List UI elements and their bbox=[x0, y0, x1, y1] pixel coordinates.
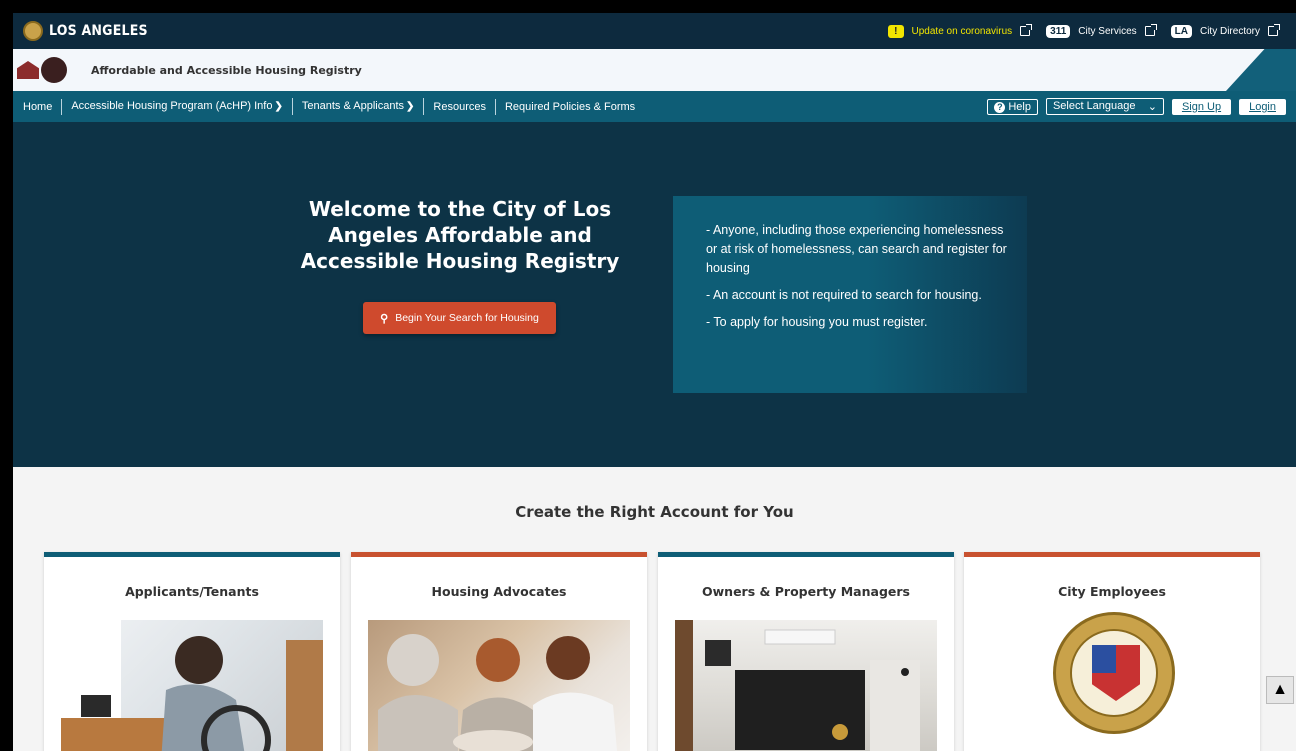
main-nav: Home Accessible Housing Program (AcHP) I… bbox=[13, 91, 1296, 122]
accounts-section: Create the Right Account for You Applica… bbox=[13, 467, 1296, 751]
nav-resources[interactable]: Resources bbox=[424, 98, 496, 115]
question-icon: ? bbox=[994, 101, 1006, 113]
applicant-photo bbox=[61, 620, 323, 751]
nav-home[interactable]: Home bbox=[23, 98, 63, 115]
external-link-icon bbox=[1268, 24, 1280, 36]
card-title: Applicants/Tenants bbox=[125, 584, 259, 599]
signup-button[interactable]: Sign Up bbox=[1171, 98, 1232, 115]
card-title: City Employees bbox=[1058, 584, 1166, 599]
city-seal-icon bbox=[1053, 612, 1175, 734]
card-applicants-tenants[interactable]: Applicants/Tenants bbox=[44, 552, 340, 751]
advocates-photo bbox=[368, 620, 630, 751]
directory-badge: LA bbox=[1170, 24, 1192, 38]
nav-achp-label: Accessible Housing Program (AcHP) Info bbox=[71, 100, 273, 112]
city-directory-link[interactable]: City Directory bbox=[1200, 26, 1260, 37]
alert-icon: ! bbox=[888, 24, 904, 38]
seal-center bbox=[1070, 629, 1158, 717]
city-top-bar: LOS ANGELES ! Update on coronavirus 311 … bbox=[13, 13, 1296, 49]
info-line-anyone: - Anyone, including those experiencing h… bbox=[706, 223, 1007, 275]
login-button[interactable]: Login bbox=[1239, 98, 1286, 115]
city-utility-links: ! Update on coronavirus 311 City Service… bbox=[888, 24, 1286, 38]
begin-search-button[interactable]: ⚲ Begin Your Search for Housing bbox=[363, 302, 556, 334]
card-accent-bar bbox=[44, 552, 340, 557]
chevron-up-icon: ▲ bbox=[1272, 681, 1288, 698]
nav-achp-info[interactable]: Accessible Housing Program (AcHP) Info ❯ bbox=[62, 98, 293, 115]
browser-viewport: LOS ANGELES ! Update on coronavirus 311 … bbox=[13, 13, 1296, 751]
nav-policies-forms[interactable]: Required Policies & Forms bbox=[496, 99, 644, 115]
help-label: Help bbox=[1008, 100, 1031, 113]
wheelchair-user-illustration bbox=[61, 620, 323, 751]
nav-actions: ? Help Select Language ⌄ Sign Up Login bbox=[987, 98, 1296, 115]
community-logo-icon bbox=[41, 57, 67, 83]
language-select-value: Select Language bbox=[1052, 100, 1136, 112]
external-link-icon bbox=[1020, 24, 1033, 36]
external-link-icon bbox=[1144, 24, 1157, 36]
property-photo bbox=[675, 620, 937, 751]
card-title: Housing Advocates bbox=[431, 584, 567, 599]
card-accent-bar bbox=[964, 552, 1260, 557]
card-accent-bar bbox=[351, 552, 647, 557]
card-city-employees[interactable]: City Employees bbox=[964, 552, 1260, 751]
card-housing-advocates[interactable]: Housing Advocates bbox=[351, 552, 647, 751]
coronavirus-update-link[interactable]: Update on coronavirus bbox=[912, 26, 1013, 37]
card-owners-property-managers[interactable]: Owners & Property Managers bbox=[658, 552, 954, 751]
seal-shield bbox=[1092, 645, 1140, 701]
hero-section: Welcome to the City of Los Angeles Affor… bbox=[13, 122, 1296, 467]
city-name-link[interactable]: LOS ANGELES bbox=[49, 23, 148, 39]
card-title: Owners & Property Managers bbox=[702, 584, 910, 599]
info-line-register: - To apply for housing you must register… bbox=[706, 315, 928, 329]
services-badge: 311 bbox=[1046, 24, 1071, 38]
nav-tenants-applicants[interactable]: Tenants & Applicants ❯ bbox=[293, 98, 425, 115]
chevron-down-icon: ⌄ bbox=[1147, 101, 1157, 113]
language-select[interactable]: Select Language ⌄ bbox=[1045, 98, 1164, 115]
accounts-title: Create the Right Account for You bbox=[515, 503, 794, 521]
search-icon: ⚲ bbox=[380, 312, 389, 325]
header-decoration bbox=[1226, 49, 1296, 91]
hcid-logo[interactable] bbox=[17, 52, 69, 88]
scroll-to-top-button[interactable]: ▲ bbox=[1266, 676, 1294, 704]
kitchen-interior-illustration bbox=[675, 620, 920, 751]
hero-title: Welcome to the City of Los Angeles Affor… bbox=[300, 197, 620, 273]
city-services-link[interactable]: City Services bbox=[1078, 26, 1136, 37]
help-button[interactable]: ? Help bbox=[987, 98, 1038, 115]
house-logo-icon bbox=[17, 61, 39, 79]
info-box: - Anyone, including those experiencing h… bbox=[673, 196, 1027, 393]
card-accent-bar bbox=[658, 552, 954, 557]
registry-title: Affordable and Accessible Housing Regist… bbox=[91, 63, 362, 77]
city-seal-icon bbox=[23, 21, 43, 41]
begin-search-label: Begin Your Search for Housing bbox=[395, 312, 539, 324]
chevron-down-icon: ❯ bbox=[406, 101, 415, 112]
registry-header: Affordable and Accessible Housing Regist… bbox=[13, 49, 1296, 91]
advocates-illustration bbox=[378, 634, 618, 751]
chevron-down-icon: ❯ bbox=[274, 101, 283, 112]
nav-tenants-label: Tenants & Applicants bbox=[301, 100, 404, 112]
info-line-no-account: - An account is not required to search f… bbox=[706, 288, 982, 302]
